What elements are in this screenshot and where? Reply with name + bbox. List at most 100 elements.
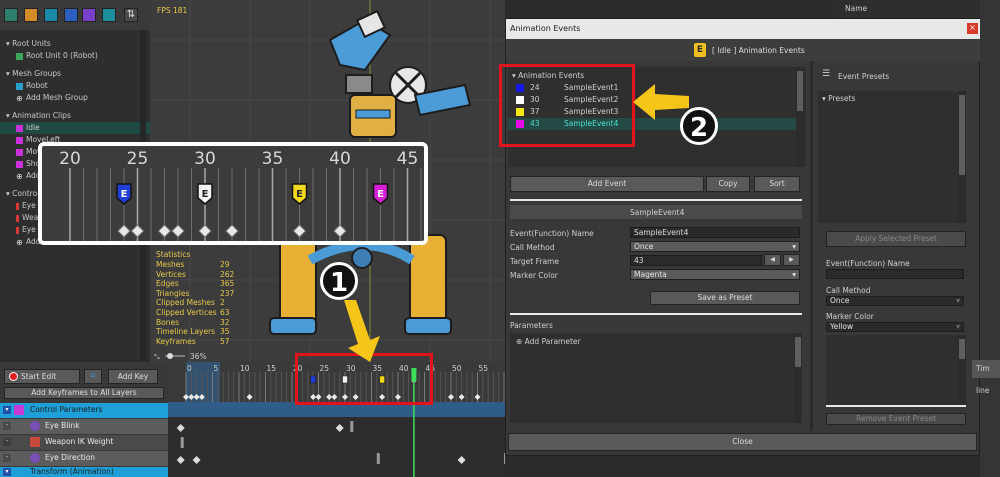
hier-item-add-param[interactable]: ⊕ Add: [16, 236, 41, 248]
close-button[interactable]: Close: [508, 433, 977, 451]
layer-label: Weapon IK Weight: [45, 437, 114, 446]
event-name-field[interactable]: SampleEvent4: [630, 227, 800, 238]
zoom-tick-label: 35: [262, 149, 284, 169]
preset-params-scrollbar[interactable]: [958, 335, 966, 405]
section-control-params[interactable]: ▾ Contro: [6, 188, 37, 200]
add-keyframes-all-button[interactable]: Add Keyframes to All Layers: [4, 387, 164, 399]
layer-label: Transform (Animation): [30, 467, 114, 476]
add-event-button[interactable]: Add Event: [510, 176, 704, 192]
timeline-ruler-label: 10: [240, 364, 250, 373]
zoom-tick-label: 20: [59, 149, 81, 169]
next-frame-button[interactable]: ▶: [783, 254, 800, 266]
preset-call-dropdown[interactable]: Once ▾: [826, 296, 964, 306]
statistics-panel: Statistics Meshes 29 Vertices 262 Edges 365 Tr…: [156, 250, 246, 360]
stat-value: 237: [220, 288, 235, 298]
mesh-mode-icon[interactable]: [24, 8, 38, 22]
preset-name-field[interactable]: [826, 269, 964, 279]
prev-frame-button[interactable]: ◀: [764, 254, 781, 266]
right-name-label: Name: [845, 4, 868, 13]
presets-list-label: Presets: [828, 94, 856, 103]
zoom-keyframe: [130, 224, 145, 238]
section-label: Animation Clips: [12, 111, 71, 120]
layer-mode-icon[interactable]: [82, 8, 96, 22]
collapse-icon[interactable]: ▾: [3, 468, 11, 476]
events-list-scrollbar[interactable]: [796, 67, 804, 167]
eye-icon: [30, 453, 40, 463]
swap-arrows-icon[interactable]: ⇅: [124, 8, 138, 22]
control-parameter-icon: [14, 405, 24, 415]
section-animation-clips[interactable]: ▾ Animation Clips: [6, 110, 71, 122]
dialog-title-bar: Animation Events ×: [506, 19, 981, 39]
sort-button[interactable]: Sort: [754, 176, 800, 192]
hier-item-idle[interactable]: Idle: [0, 122, 150, 134]
hier-item-shoot[interactable]: Sho: [16, 158, 40, 170]
layer-eye-direction[interactable]: - Eye Direction: [0, 451, 168, 466]
layer-label: Control Parameters: [30, 405, 103, 414]
target-frame-field[interactable]: 43: [630, 255, 762, 266]
hier-item-root-unit[interactable]: Root Unit 0 (Robot): [16, 50, 98, 62]
mesh-group-icon: [16, 82, 23, 90]
parameters-scrollbar[interactable]: [794, 333, 802, 423]
close-window-icon[interactable]: ×: [967, 23, 978, 34]
stat-value: 365: [220, 279, 235, 289]
event-name-value: SampleEvent4: [634, 228, 689, 237]
layer-control-parameters[interactable]: ▾ Control Parameters: [0, 403, 168, 418]
zoomed-timeline: 20 25 30 35 40 45 E E E E: [59, 149, 422, 241]
collapse-icon[interactable]: ▾: [3, 406, 11, 414]
eye-icon: [30, 421, 40, 431]
layer-weapon-ik[interactable]: - Weapon IK Weight: [0, 435, 168, 450]
remove-icon[interactable]: -: [3, 454, 11, 462]
preset-color-value: Yellow: [830, 322, 854, 331]
remove-icon[interactable]: -: [3, 438, 11, 446]
stat-value: 32: [220, 317, 230, 327]
parameters-list: ⊕ Add Parameter: [510, 333, 802, 423]
event-detail-title: SampleEvent4: [510, 205, 802, 219]
layer-transform[interactable]: ▾ Transform (Animation): [0, 467, 168, 477]
zoom-event-marker: E: [197, 183, 213, 205]
robot-mode-icon[interactable]: [4, 8, 18, 22]
presets-list-header[interactable]: ▾ Presets: [822, 94, 855, 103]
right-tab[interactable]: Tim: [972, 360, 1000, 378]
record-icon: [9, 372, 18, 381]
stat-value: 57: [220, 336, 230, 346]
call-method-dropdown[interactable]: Once ▾: [630, 241, 800, 252]
remove-icon[interactable]: -: [3, 422, 11, 430]
preset-color-dropdown[interactable]: Yellow ▾: [826, 322, 964, 332]
gizmo-mode-icon[interactable]: [64, 8, 78, 22]
stat-label: Timeline Layers: [156, 327, 216, 337]
marker-color-dropdown[interactable]: Magenta ▾: [630, 269, 800, 280]
save-preset-button[interactable]: Save as Preset: [650, 291, 800, 305]
add-parameter-button[interactable]: ⊕ Add Parameter: [516, 337, 581, 346]
hier-item-param-2[interactable]: Wea: [16, 212, 38, 224]
right-side-panel: [980, 0, 1000, 477]
section-label: Mesh Groups: [12, 69, 62, 78]
stat-label: Vertices: [156, 269, 186, 279]
step-number-2: 2: [680, 107, 718, 145]
physics-mode-icon[interactable]: [102, 8, 116, 22]
hier-item-add-clip[interactable]: ⊕ Add: [16, 170, 41, 182]
apply-preset-button[interactable]: Apply Selected Preset: [826, 231, 966, 247]
stat-label: Triangles: [156, 288, 190, 298]
add-key-button[interactable]: Add Key: [108, 369, 158, 384]
presets-scrollbar[interactable]: [958, 91, 966, 223]
fps-readout: FPS 181: [157, 6, 188, 15]
timeline-row-curve: [350, 421, 354, 432]
hier-item-add-mesh-group[interactable]: ⊕ Add Mesh Group: [16, 92, 88, 104]
hier-item-param-3[interactable]: Eye: [16, 224, 36, 236]
dialog-header: E [ Idle ] Animation Events: [506, 39, 981, 61]
keyframe-mode-icon[interactable]: ⌂: [84, 369, 102, 384]
section-root-units[interactable]: ▾ Root Units: [6, 38, 51, 50]
zoom-keyframe: [198, 224, 212, 238]
copy-button[interactable]: Copy: [706, 176, 750, 192]
remove-preset-label: Remove Event Preset: [855, 414, 937, 423]
start-edit-button[interactable]: Start Edit: [4, 369, 80, 384]
section-mesh-groups[interactable]: ▾ Mesh Groups: [6, 68, 61, 80]
remove-preset-button[interactable]: Remove Event Preset: [826, 413, 966, 425]
timeline-ruler-label: 15: [267, 364, 277, 373]
presets-header: ☰ Event Presets: [818, 67, 976, 83]
hier-item-robot[interactable]: Robot: [16, 80, 48, 92]
key-icon: ⌂: [90, 370, 96, 379]
bone-mode-icon[interactable]: [44, 8, 58, 22]
hier-item-param-1[interactable]: Eye: [16, 200, 36, 212]
layer-eye-blink[interactable]: - Eye Blink: [0, 419, 168, 434]
